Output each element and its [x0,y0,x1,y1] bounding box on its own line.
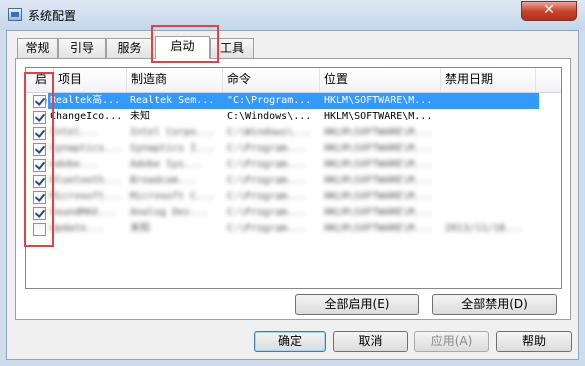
table-row[interactable]: Intel... Intel Corpo... C:\Windows\... H… [26,125,561,141]
tab-boot[interactable]: 引导 [58,38,106,58]
cell-manufacturer: Analog Dev... [130,207,209,218]
cell-location: HKLM\SOFTWARE\M... [324,223,433,234]
table-row[interactable]: Synaptics... Synaptics I... C:\Program..… [26,141,561,157]
cell-item: Microsoft... [50,191,123,202]
cell-command: "C:\Program... [227,95,312,106]
cell-manufacturer: Broadcom... [130,175,197,186]
cell-item: Synaptics... [50,143,123,154]
cell-disabled-date [445,109,535,125]
window-title: 系统配置 [28,9,77,23]
ok-button[interactable]: 确定 [254,331,326,352]
cell-location: HKLM\SOFTWARE\M... [324,95,433,106]
cell-command: C:\Program... [227,207,306,218]
cell-location: HKLM\SOFTWARE\M... [324,207,433,218]
startup-tab-highlight-box [151,25,219,63]
tab-services[interactable]: 服务 [106,38,153,58]
cell-item: Update... [50,223,105,234]
enable-all-button[interactable]: 全部启用(E) [295,294,419,315]
cell-manufacturer: Realtek Sem... [130,95,215,106]
cell-command: C:\Program... [227,223,306,234]
table-row[interactable]: Microsoft... Microsoft C... C:\Program..… [26,189,561,205]
table-row[interactable]: SoundMAX... Analog Dev... C:\Program... … [26,205,561,221]
cell-manufacturer: Microsoft C... [130,191,215,202]
cell-disabled-date [445,173,535,189]
cell-disabled-date [445,189,535,205]
cell-location: HKLM\SOFTWARE\M... [324,127,433,138]
cell-item: ChangeIco... [50,111,123,122]
col-header-location[interactable]: 位置 [320,68,441,92]
cell-disabled-date [445,157,535,173]
cell-disabled-date [445,141,535,157]
cell-command: C:\Windows\... [227,111,312,122]
apply-button[interactable]: 应用(A) [414,331,489,352]
cell-manufacturer: 未知 [130,111,150,122]
cell-item: SoundMAX... [50,207,117,218]
cancel-button[interactable]: 取消 [333,331,408,352]
cell-disabled-date: 2013/11/18... [445,223,524,234]
cell-command: C:\Windows\... [227,127,312,138]
col-header-command[interactable]: 命令 [223,68,320,92]
close-button[interactable]: ✕ [521,1,577,21]
table-row[interactable]: Bluetooth... Broadcom... C:\Program... H… [26,173,561,189]
list-header: 启动 项目 制造商 命令 位置 禁用日期 [26,68,561,109]
table-row[interactable]: ChangeIco... 未知 C:\Windows\... HKLM\SOFT… [26,109,561,125]
col-header-item[interactable]: 项目 [54,68,127,92]
msconfig-app-icon [8,8,22,21]
cell-item: Bluetooth... [50,175,123,186]
cell-location: HKLM\SOFTWARE\M... [324,191,433,202]
table-row[interactable]: Adobe... Adobe Sys... C:\Program... HKLM… [26,157,561,173]
checkbox-column-highlight-box [24,72,54,247]
disable-all-button[interactable]: 全部禁用(D) [432,294,557,315]
table-row[interactable]: Update... 未知 C:\Program... HKLM\SOFTWARE… [26,221,561,237]
cell-disabled-date [445,93,535,109]
cell-manufacturer: Intel Corpo... [130,127,215,138]
cell-manufacturer: Adobe Sys... [130,159,203,170]
col-header-disabled-date[interactable]: 禁用日期 [441,68,536,92]
cell-location: HKLM\SOFTWARE\M... [324,159,433,170]
cell-location: HKLM\SOFTWARE\M... [324,143,433,154]
cell-manufacturer: Synaptics I... [130,143,215,154]
cell-item: Adobe... [50,159,99,170]
cell-location: HKLM\SOFTWARE\M... [324,111,433,122]
title-bar: 系统配置 ✕ [0,0,585,30]
startup-items-list[interactable]: 启动 项目 制造商 命令 位置 禁用日期 Realtek高... Realtek… [25,67,562,289]
table-row[interactable]: Realtek高... Realtek Sem... "C:\Program..… [26,93,561,109]
col-header-manufacturer[interactable]: 制造商 [127,68,223,92]
cell-location: HKLM\SOFTWARE\M... [324,175,433,186]
cell-item: Realtek高... [50,95,121,106]
cell-disabled-date [445,125,535,141]
tab-general[interactable]: 常规 [17,38,58,58]
cell-command: C:\Program... [227,159,306,170]
cell-manufacturer: 未知 [130,223,150,234]
cell-command: C:\Program... [227,175,306,186]
cell-command: C:\Program... [227,143,306,154]
help-button[interactable]: 帮助 [496,331,572,352]
cell-item: Intel... [50,127,99,138]
cell-disabled-date [445,205,535,221]
cell-command: C:\Program... [227,191,306,202]
